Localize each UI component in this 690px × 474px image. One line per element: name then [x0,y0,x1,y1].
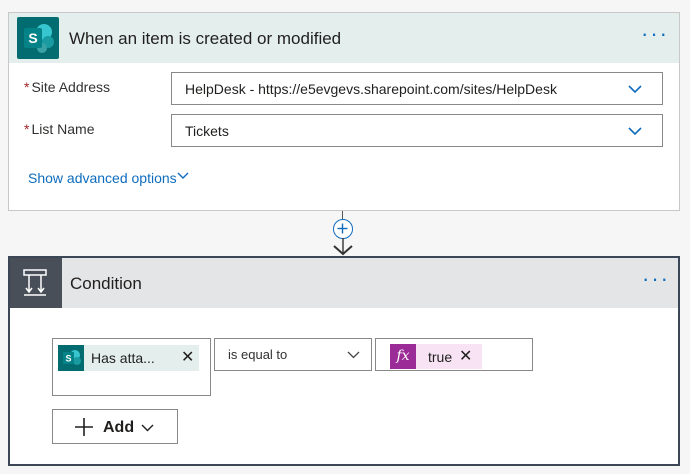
trigger-header[interactable]: S When an item is created or modified ··… [9,13,679,63]
chevron-down-icon [347,351,360,359]
condition-right-operand[interactable]: fx true ✕ [375,338,533,371]
more-options-button[interactable]: ··· [642,268,670,290]
add-button[interactable]: Add [52,409,178,444]
token-label: Has atta... [91,350,155,366]
condition-icon [10,258,62,308]
required-mark: * [24,121,30,137]
sharepoint-icon: S [58,345,84,371]
remove-token-icon[interactable]: ✕ [459,349,472,365]
site-address-value: HelpDesk - https://e5evgevs.sharepoint.c… [185,81,557,97]
condition-card: Condition ··· S Has atta... ✕ is equal t… [8,256,680,466]
more-options-button[interactable]: ··· [641,23,669,45]
fx-icon: fx [390,344,416,369]
show-advanced-options-link[interactable]: Show advanced options [28,170,177,186]
svg-text:S: S [28,30,37,46]
arrow-down-icon [333,238,353,256]
condition-title: Condition [70,274,142,293]
trigger-card: S When an item is created or modified ··… [8,12,680,211]
operator-value: is equal to [228,347,288,362]
token-label: true [428,349,453,365]
chevron-down-icon [141,424,154,432]
required-mark: * [24,79,30,95]
chevron-down-icon[interactable] [177,170,189,182]
list-name-value: Tickets [185,123,229,139]
sharepoint-icon: S [17,17,59,59]
dynamic-content-token[interactable]: S Has atta... ✕ [58,345,199,371]
add-button-label: Add [103,419,135,436]
plus-icon [75,418,93,436]
chevron-down-icon [628,85,642,94]
condition-left-operand[interactable]: S Has atta... ✕ [52,338,211,396]
trigger-title: When an item is created or modified [69,29,342,48]
remove-token-icon[interactable]: ✕ [181,350,194,366]
add-step-icon[interactable] [333,219,353,239]
condition-header[interactable]: Condition ··· [10,258,678,308]
operator-dropdown[interactable]: is equal to [214,338,372,371]
svg-text:S: S [65,354,71,364]
site-address-dropdown[interactable]: HelpDesk - https://e5evgevs.sharepoint.c… [171,72,663,105]
chevron-down-icon [628,127,642,136]
site-address-label: * Site Address [24,79,111,95]
list-name-dropdown[interactable]: Tickets [171,114,663,147]
list-name-label: * List Name [24,121,95,137]
expression-token[interactable]: fx true ✕ [390,344,482,369]
connector-line [342,211,343,219]
